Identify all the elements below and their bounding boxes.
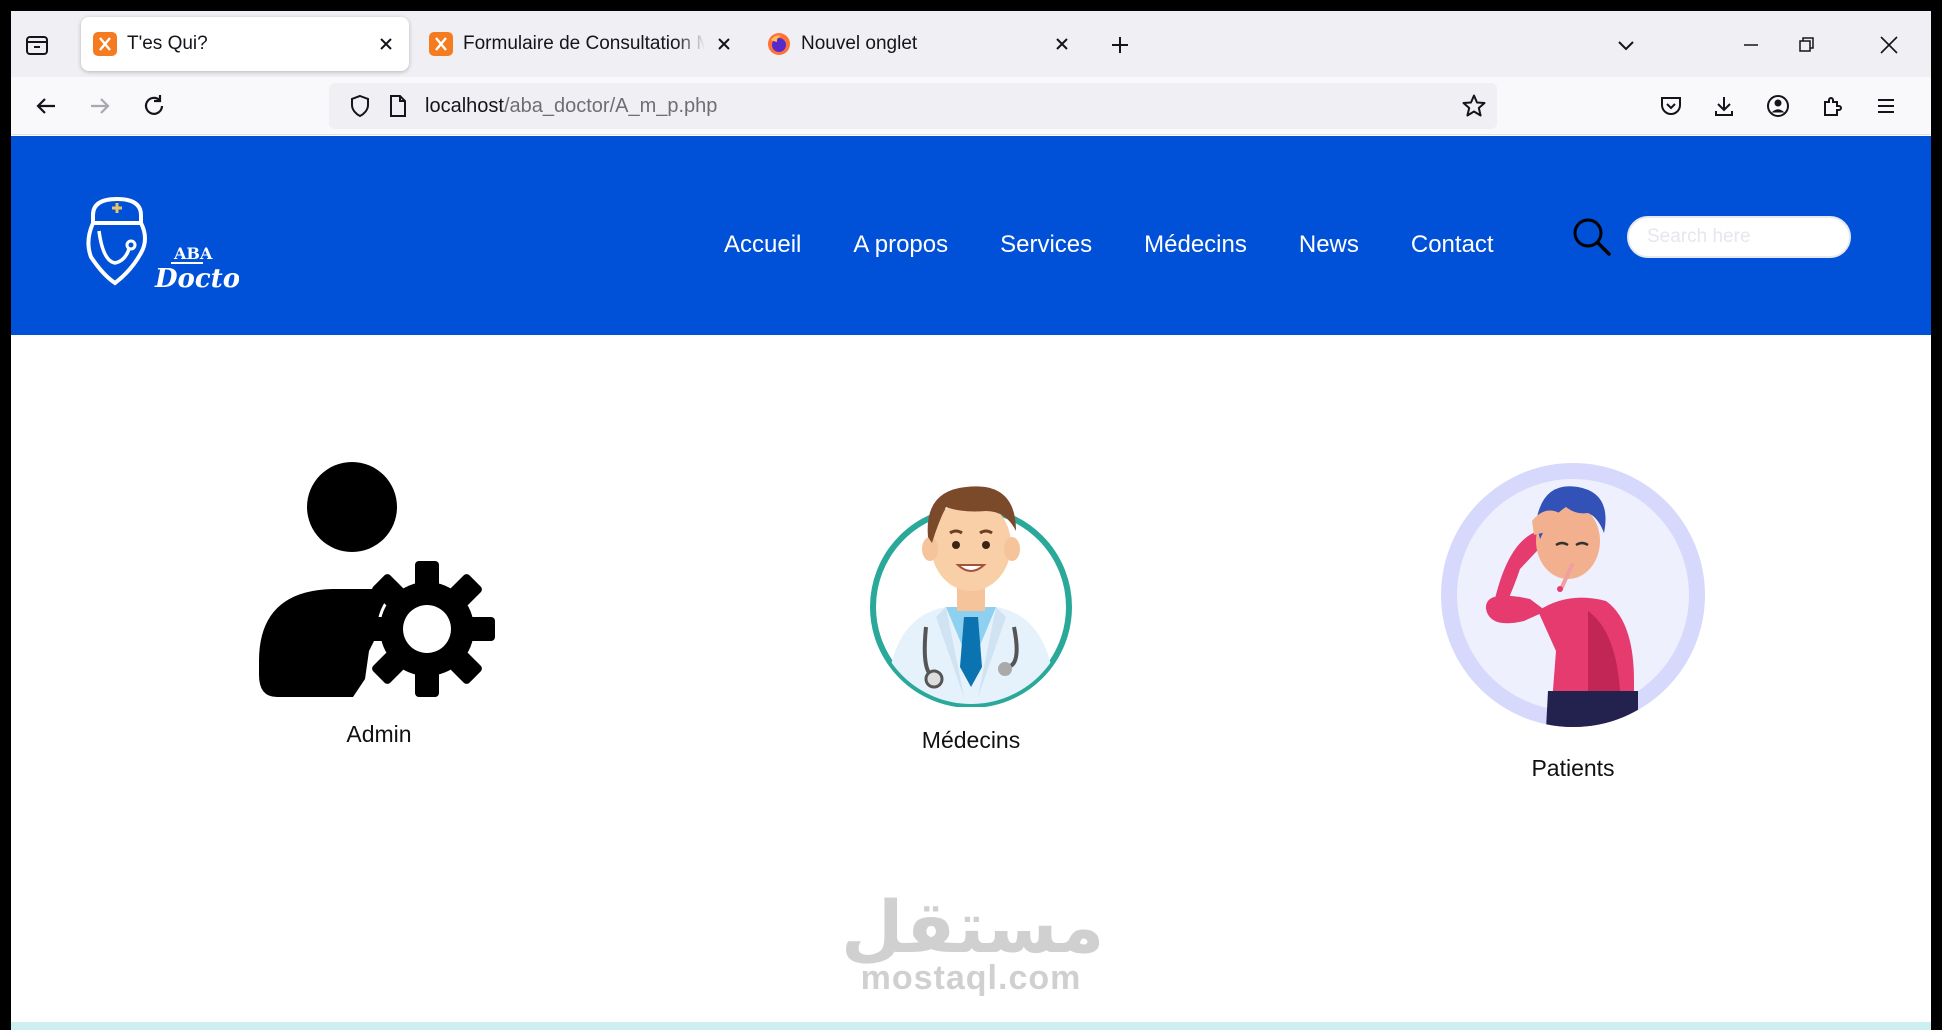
bookmark-star-icon[interactable] — [1461, 93, 1487, 119]
restore-icon[interactable] — [1792, 31, 1820, 59]
url-text[interactable]: localhost/aba_doctor/A_m_p.php — [425, 95, 717, 118]
watermark-logo: مستقل mostaql.com — [841, 885, 1105, 998]
tab-title: Nouvel onglet — [801, 33, 918, 54]
account-icon[interactable] — [1763, 91, 1793, 121]
new-tab-icon[interactable] — [1106, 31, 1134, 59]
role-label: Admin — [346, 721, 412, 747]
pocket-icon[interactable] — [1656, 91, 1686, 121]
url-bar[interactable]: localhost/aba_doctor/A_m_p.php — [329, 83, 1497, 129]
xampp-favicon-icon — [429, 32, 453, 56]
role-label: Médecins — [921, 727, 1021, 753]
shield-icon[interactable] — [347, 93, 373, 119]
back-arrow-icon[interactable] — [31, 91, 61, 121]
tab-title: Formulaire de Consultation Mé — [463, 33, 705, 54]
watermark-arabic: مستقل — [841, 885, 1105, 969]
url-path: /aba_doctor/A_m_p.php — [503, 94, 718, 117]
url-host: localhost — [425, 94, 504, 117]
role-patients[interactable]: Patients — [1438, 461, 1708, 782]
role-label: Patients — [1531, 755, 1615, 781]
tab-title: T'es Qui? — [127, 33, 208, 54]
doctor-illustration — [870, 486, 1072, 707]
menu-item-news[interactable]: News — [1299, 231, 1359, 259]
footer-strip — [11, 1022, 1931, 1030]
sick-patient-illustration — [1441, 463, 1705, 727]
tab-nouvel-onglet[interactable]: Nouvel onglet — [755, 17, 1085, 71]
menu-item-medecins[interactable]: Médecins — [1144, 231, 1247, 259]
tab-strip: T'es Qui? Formulaire de Consultation Mé … — [11, 11, 1931, 77]
tab-list-icon[interactable] — [23, 31, 51, 59]
close-icon[interactable] — [713, 33, 735, 55]
firefox-icon — [768, 33, 790, 55]
role-medecins[interactable]: Médecins — [841, 467, 1101, 754]
search-icon[interactable] — [1571, 216, 1613, 258]
minimize-icon[interactable] — [1737, 31, 1765, 59]
reload-icon[interactable] — [139, 91, 169, 121]
download-icon[interactable] — [1709, 91, 1739, 121]
page-icon[interactable] — [385, 93, 411, 119]
main-menu: Accueil A propos Services Médecins News … — [724, 231, 1546, 259]
site-header: ABA Doctor Accueil A propos Services Méd… — [11, 136, 1931, 335]
aba-doctor-logo[interactable]: ABA Doctor — [79, 191, 256, 301]
navigation-toolbar: localhost/aba_doctor/A_m_p.php — [11, 77, 1931, 135]
search-input[interactable] — [1627, 216, 1851, 258]
forward-arrow-icon[interactable] — [85, 91, 115, 121]
xampp-favicon-icon — [93, 32, 117, 56]
menu-item-contact[interactable]: Contact — [1411, 231, 1494, 259]
close-icon[interactable] — [1051, 33, 1073, 55]
tab-formulaire[interactable]: Formulaire de Consultation Mé — [417, 17, 747, 71]
logo-line2: Doctor — [154, 264, 239, 294]
role-admin[interactable]: Admin — [244, 461, 514, 748]
extensions-icon[interactable] — [1817, 91, 1847, 121]
menu-item-accueil[interactable]: Accueil — [724, 231, 801, 259]
close-icon[interactable] — [375, 33, 397, 55]
tab-tes-qui[interactable]: T'es Qui? — [81, 17, 409, 71]
browser-window: T'es Qui? Formulaire de Consultation Mé … — [11, 11, 1931, 1030]
chevron-down-icon[interactable] — [1612, 31, 1640, 59]
logo-line1: ABA — [173, 244, 213, 263]
admin-gear-icon — [259, 462, 495, 697]
hamburger-menu-icon[interactable] — [1871, 91, 1901, 121]
menu-item-services[interactable]: Services — [1000, 231, 1092, 259]
watermark-latin: mostaql.com — [860, 959, 1082, 997]
menu-item-a-propos[interactable]: A propos — [853, 231, 948, 259]
window-close-icon[interactable] — [1875, 31, 1903, 59]
